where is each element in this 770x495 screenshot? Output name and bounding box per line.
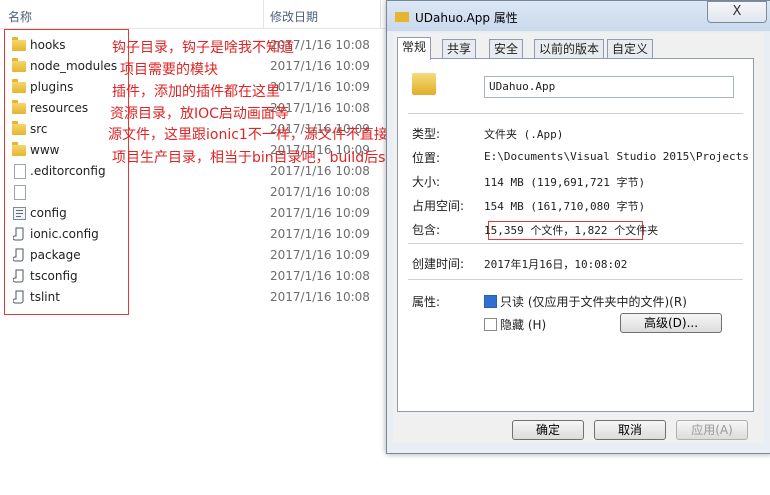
annotation-resources: 资源目录，放IOC启动画面等 xyxy=(110,106,289,122)
size-value: 114 MB (119,691,721 字节) xyxy=(484,176,646,189)
hidden-checkbox[interactable] xyxy=(484,318,497,331)
file-date: 2017/1/16 10:08 xyxy=(270,269,370,283)
type-value: 文件夹 (.App) xyxy=(484,128,564,141)
created-value: 2017年1月16日，10:08:02 xyxy=(484,258,628,271)
file-date: 2017/1/16 10:09 xyxy=(270,80,370,94)
hidden-label[interactable]: 隐藏 (H) xyxy=(500,316,546,333)
attributes-label: 属性: xyxy=(412,295,441,309)
folder-icon xyxy=(412,73,436,95)
tab-previous-versions[interactable]: 以前的版本 xyxy=(534,39,605,59)
annotation-node-modules: 项目需要的模块 xyxy=(120,62,218,78)
file-date: 2017/1/16 10:09 xyxy=(270,248,370,262)
created-label: 创建时间: xyxy=(412,257,465,271)
column-separator[interactable] xyxy=(380,0,381,28)
general-panel: UDahuo.App 类型: 文件夹 (.App) 位置: E:\Documen… xyxy=(397,58,754,412)
type-label: 类型: xyxy=(412,127,441,141)
contains-label: 包含: xyxy=(412,223,441,237)
annotation-hooks: 钩子目录，钩子是啥我不知道 xyxy=(112,40,294,56)
file-date: 2017/1/16 10:08 xyxy=(270,290,370,304)
properties-dialog: UDahuo.App 属性 X 常规 共享 安全 以前的版本 自定义 UDahu… xyxy=(386,0,770,454)
file-date: 2017/1/16 10:09 xyxy=(270,206,370,220)
annotation-plugins: 插件，添加的插件都在这里 xyxy=(112,84,280,100)
contains-value: 15,359 个文件，1,822 个文件夹 xyxy=(484,224,659,237)
file-date: 2017/1/16 10:09 xyxy=(270,227,370,241)
advanced-button[interactable]: 高级(D)... xyxy=(620,313,722,333)
folder-name-field[interactable]: UDahuo.App xyxy=(484,76,734,98)
apply-button[interactable]: 应用(A) xyxy=(676,420,748,440)
disk-size-label: 占用空间: xyxy=(412,199,465,213)
tab-general[interactable]: 常规 xyxy=(397,37,432,60)
file-date: 2017/1/16 10:08 xyxy=(270,185,370,199)
column-separator[interactable] xyxy=(263,0,264,28)
file-date: 2017/1/16 10:09 xyxy=(270,59,370,73)
disk-size-value: 154 MB (161,710,080 字节) xyxy=(484,200,646,213)
location-value: E:\Documents\Visual Studio 2015\Projects xyxy=(484,150,749,163)
divider xyxy=(408,243,743,244)
title-bar[interactable]: UDahuo.App 属性 X xyxy=(387,1,770,31)
divider xyxy=(408,279,743,280)
readonly-checkbox[interactable] xyxy=(484,295,497,308)
tab-security[interactable]: 安全 xyxy=(489,39,524,59)
column-header-date[interactable]: 修改日期 xyxy=(270,8,318,25)
readonly-label[interactable]: 只读 (仅应用于文件夹中的文件)(R) xyxy=(500,293,687,310)
dialog-client: 常规 共享 安全 以前的版本 自定义 UDahuo.App 类型: 文件夹 (.… xyxy=(393,33,764,443)
tab-customize[interactable]: 自定义 xyxy=(607,39,654,59)
folder-icon xyxy=(395,12,409,22)
highlight-box xyxy=(4,29,129,315)
tab-sharing[interactable]: 共享 xyxy=(442,39,477,59)
size-label: 大小: xyxy=(412,175,441,189)
ok-button[interactable]: 确定 xyxy=(512,420,584,440)
dialog-title: UDahuo.App 属性 xyxy=(415,11,518,25)
divider xyxy=(408,113,743,114)
close-button[interactable]: X xyxy=(707,1,767,23)
column-header-name[interactable]: 名称 xyxy=(8,8,32,25)
location-label: 位置: xyxy=(412,151,441,165)
cancel-button[interactable]: 取消 xyxy=(594,420,666,440)
